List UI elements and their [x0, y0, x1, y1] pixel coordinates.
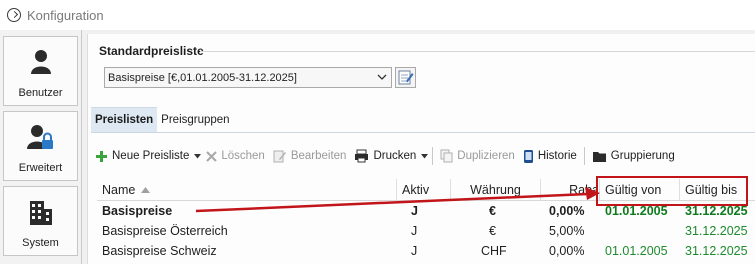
annotation-arrow-icon: [195, 187, 600, 213]
